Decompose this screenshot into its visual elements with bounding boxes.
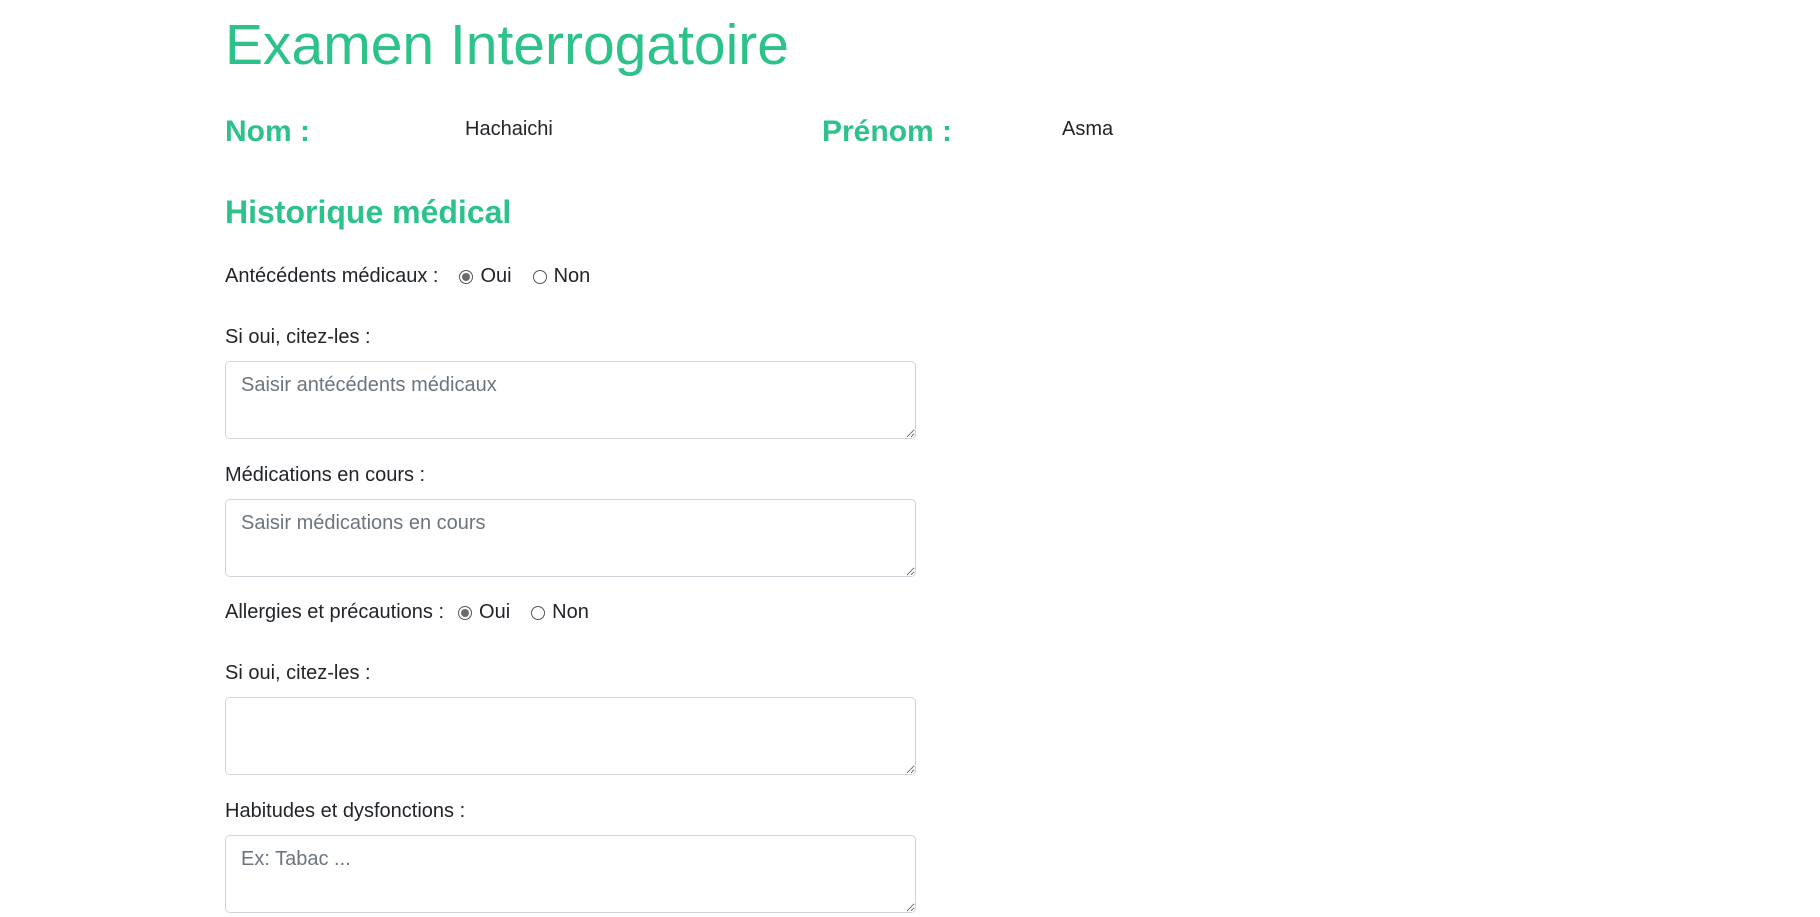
radio-unchecked-icon[interactable] (532, 269, 547, 284)
page: Examen Interrogatoire Nom : Hachaichi Pr… (0, 0, 1820, 917)
allergies-radio-oui[interactable]: Oui (458, 601, 510, 624)
habitudes-label: Habitudes et dysfonctions : (225, 800, 466, 822)
habitudes-textarea[interactable] (225, 835, 916, 913)
radio-checked-icon[interactable] (458, 605, 473, 620)
allergies-label: Allergies et précautions : (225, 601, 445, 623)
allergies-oui-label: Oui (479, 601, 511, 623)
allergies-textarea[interactable] (225, 697, 916, 775)
prenom-value: Asma (1062, 118, 1114, 140)
prenom-label: Prénom : (822, 115, 953, 148)
patient-identity-row: Nom : Hachaichi Prénom : Asma (225, 112, 1325, 152)
section-title-historique: Historique médical (225, 194, 512, 230)
medications-textarea[interactable] (225, 499, 916, 577)
radio-checked-icon[interactable] (459, 269, 474, 284)
antecedents-radio-non[interactable]: Non (532, 265, 591, 288)
antecedents-non-label: Non (553, 265, 591, 287)
antecedents-detail-label: Si oui, citez-les : (225, 326, 371, 348)
radio-unchecked-icon[interactable] (531, 605, 546, 620)
allergies-row: Allergies et précautions : Oui Non (225, 601, 589, 624)
allergies-detail-label: Si oui, citez-les : (225, 662, 371, 684)
antecedents-row: Antécédents médicaux : Oui Non (225, 265, 590, 288)
nom-label: Nom : (225, 115, 310, 148)
page-title: Examen Interrogatoire (225, 13, 789, 77)
allergies-non-label: Non (552, 601, 589, 623)
antecedents-textarea[interactable] (225, 361, 916, 439)
allergies-radio-non[interactable]: Non (531, 601, 589, 624)
nom-value: Hachaichi (465, 118, 553, 140)
medications-label: Médications en cours : (225, 464, 426, 486)
antecedents-radio-oui[interactable]: Oui (459, 265, 512, 288)
antecedents-oui-label: Oui (480, 265, 512, 287)
antecedents-label: Antécédents médicaux : (225, 265, 439, 287)
